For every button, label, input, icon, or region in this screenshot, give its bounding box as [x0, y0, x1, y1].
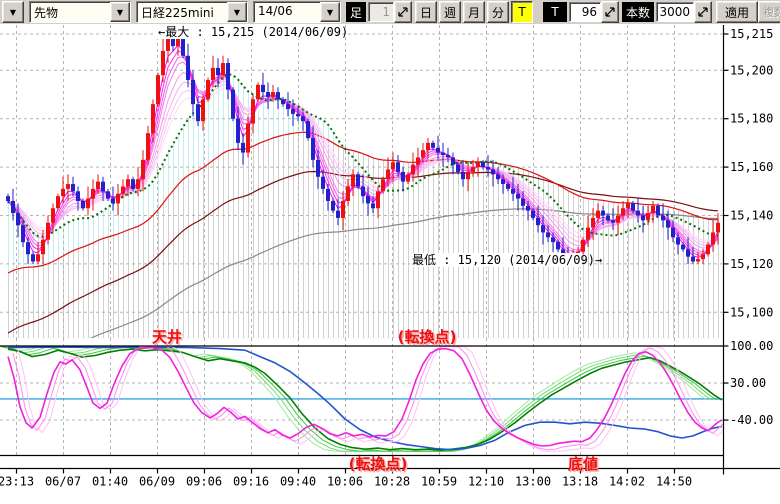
tick-count-input[interactable]: 96 [569, 2, 601, 22]
market-dropdown-value: 先物 [30, 2, 110, 22]
contract-month-value: 14/06 [254, 2, 320, 22]
bar-type-label: 足 [346, 2, 366, 22]
time-axis-label: 06/09 [139, 475, 175, 489]
min-price-annotation: 最低 : 15,120 (2014/06/09)→ [412, 253, 602, 267]
bar-count-label: 本数 [622, 2, 654, 22]
rci-signal-label: (転換点) [398, 328, 457, 346]
chevron-down-icon[interactable]: ▼ [2, 1, 24, 23]
rci-signal-label: 天井 [152, 328, 182, 346]
bar-count-input[interactable]: 3000 [656, 2, 694, 22]
spinner-diagonal-icon[interactable] [694, 1, 712, 23]
period-tick-button[interactable]: T [511, 1, 533, 23]
chevron-down-icon[interactable]: ▼ [110, 2, 130, 22]
ma-hatch-fill [9, 74, 719, 338]
period-month-button[interactable]: 月 [463, 1, 485, 23]
price-axis-label: 15,200 [730, 63, 773, 77]
symbol-dropdown[interactable]: 日経225mini ▼ [136, 1, 248, 23]
chevron-down-icon[interactable]: ▼ [227, 2, 247, 22]
time-axis-label: 14:02 [609, 475, 645, 489]
price-axis-label: 15,215 [730, 27, 773, 41]
time-axis-label: 09:16 [233, 475, 269, 489]
time-axis-label: 12:10 [468, 475, 504, 489]
symbol-dropdown-value: 日経225mini [137, 2, 227, 22]
multi-symbol-button[interactable]: 複数銘柄 [758, 1, 780, 23]
chart-area[interactable]: 15,215 15,200 15,180 15,160 15,140 15,120 15,1… [0, 24, 780, 500]
time-axis-label: 10:28 [374, 475, 410, 489]
time-axis-label: 13:18 [562, 475, 598, 489]
price-axis-label: 15,100 [730, 305, 773, 319]
spinner-diagonal-icon[interactable] [601, 1, 619, 23]
oscillator-axis-label: 30.00 [730, 376, 766, 390]
time-axis-label: 09:40 [280, 475, 316, 489]
time-axis-label: 09:06 [186, 475, 222, 489]
period-week-button[interactable]: 週 [439, 1, 461, 23]
time-axis-label: 13:00 [515, 475, 551, 489]
price-axis-label: 15,160 [730, 160, 773, 174]
time-axis-label: 10:59 [421, 475, 457, 489]
diagonal-arrow-icon [397, 6, 409, 18]
time-axis-label: 10:06 [327, 475, 363, 489]
price-axis-label: 15,180 [730, 112, 773, 126]
time-axis-label: 23:13 [0, 475, 34, 489]
period-minute-button[interactable]: 分 [487, 1, 509, 23]
toolbar: ▼ 先物 ▼ 日経225mini ▼ 14/06 ▼ 足 1 日 週 月 分 T… [0, 0, 780, 24]
period-day-button[interactable]: 日 [415, 1, 437, 23]
oscillator-axis-label: -40.00 [730, 413, 773, 427]
market-dropdown[interactable]: 先物 ▼ [29, 1, 131, 23]
time-axis-label: 14:50 [656, 475, 692, 489]
tick-count-label: T [543, 2, 567, 22]
interval-input[interactable]: 1 [368, 2, 394, 22]
chevron-down-icon[interactable]: ▼ [320, 2, 340, 22]
diagonal-arrow-icon [697, 6, 709, 18]
spinner-diagonal-icon[interactable] [394, 1, 412, 23]
oscillator-lines [0, 347, 732, 452]
contract-month-dropdown[interactable]: 14/06 ▼ [253, 1, 341, 23]
rci-signal-label: (転換点) [349, 455, 408, 473]
price-axis-label: 15,120 [730, 257, 773, 271]
time-axis-label: 06/07 [45, 475, 81, 489]
price-axis-label: 15,140 [730, 209, 773, 223]
oscillator-axis-label: 100.00 [730, 339, 773, 353]
diagonal-arrow-icon [604, 6, 616, 18]
apply-button[interactable]: 適用 [716, 1, 758, 23]
time-axis-label: 01:40 [92, 475, 128, 489]
price-oscillator-chart[interactable]: 15,215 15,200 15,180 15,160 15,140 15,120 15,1… [0, 24, 780, 500]
rci-signal-label: 底値 [568, 455, 598, 473]
max-price-annotation: ←最大 : 15,215 (2014/06/09) [158, 25, 348, 39]
